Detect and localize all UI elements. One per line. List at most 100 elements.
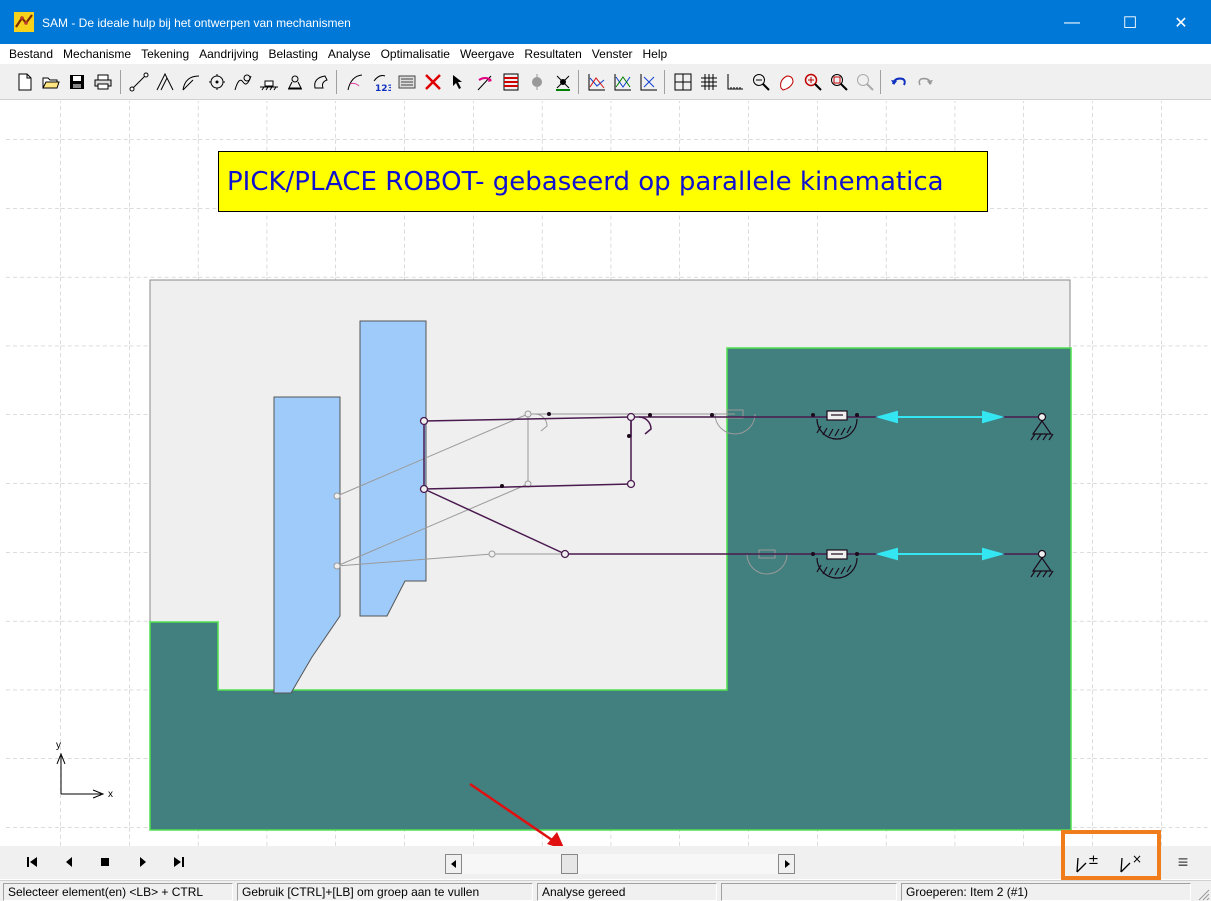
toolbar-separator — [880, 70, 881, 94]
first-frame-button[interactable] — [20, 850, 44, 874]
minimize-button[interactable]: — — [1049, 8, 1095, 38]
grid-snap-icon[interactable] — [698, 71, 720, 93]
minimize-icon: — — [1064, 14, 1080, 31]
remove-marker-button[interactable]: × — [1117, 850, 1147, 876]
menu-bestand[interactable]: Bestand — [4, 47, 58, 61]
graph-multi-icon[interactable] — [612, 71, 634, 93]
spring-load-icon[interactable] — [526, 71, 548, 93]
menu-resultaten[interactable]: Resultaten — [519, 47, 586, 61]
last-frame-button[interactable] — [167, 850, 191, 874]
print-icon[interactable] — [92, 71, 114, 93]
window-title: SAM - De ideale hulp bij het ontwerpen v… — [42, 16, 351, 30]
redo-icon[interactable] — [914, 71, 936, 93]
svg-text:±: ± — [1088, 853, 1099, 868]
play-icon — [140, 857, 146, 867]
svg-text:123: 123 — [375, 84, 391, 92]
animation-controls — [0, 846, 1211, 879]
properties-icon[interactable] — [396, 71, 418, 93]
select-arrow-icon[interactable] — [448, 71, 470, 93]
add-marker-button[interactable]: ± — [1073, 850, 1103, 876]
toolbar-separator — [664, 70, 665, 94]
menu-analyse[interactable]: Analyse — [323, 47, 376, 61]
title-banner[interactable]: PICK/PLACE ROBOT- gebaseerd op parallele… — [218, 151, 988, 212]
maximize-button[interactable]: ☐ — [1107, 8, 1153, 38]
maximize-icon: ☐ — [1122, 15, 1138, 32]
delete-icon[interactable] — [422, 71, 444, 93]
undo-icon[interactable] — [888, 71, 910, 93]
open-folder-icon[interactable] — [40, 71, 62, 93]
marker-plus-icon: ± — [1076, 853, 1099, 873]
gear-icon[interactable] — [206, 71, 228, 93]
pulley-icon[interactable] — [284, 71, 306, 93]
animation-scrollbar[interactable] — [445, 854, 795, 874]
previous-frame-button[interactable] — [57, 850, 81, 874]
zoom-in-icon[interactable] — [802, 71, 824, 93]
scroll-left-button[interactable] — [445, 854, 462, 874]
app-logo-icon — [14, 12, 34, 32]
menu-tekening[interactable]: Tekening — [136, 47, 194, 61]
svg-text:×: × — [1132, 852, 1142, 866]
path-icon[interactable] — [344, 71, 366, 93]
status-bar: Selecteer element(en) <LB> + CTRL Gebrui… — [0, 880, 1211, 901]
beam-element-icon[interactable] — [128, 71, 150, 93]
zoom-window-icon[interactable] — [828, 71, 850, 93]
toolbar: 123 — [0, 64, 1211, 100]
toolbar-separator — [336, 70, 337, 94]
drawing-canvas[interactable]: y x PICK/PLACE ROBOT- gebaseerd op paral… — [5, 101, 1210, 846]
close-icon: ✕ — [1174, 15, 1188, 32]
mass-icon[interactable] — [552, 71, 574, 93]
scroll-right-button[interactable] — [778, 854, 795, 874]
menu-bar: Bestand Mechanisme Tekening Aandrijving … — [0, 44, 1211, 64]
status-cell-analysis: Analyse gereed — [537, 883, 717, 901]
skip-start-icon — [27, 857, 37, 867]
menu-mechanisme[interactable]: Mechanisme — [58, 47, 136, 61]
axis-y-label: y — [56, 740, 61, 751]
menu-optimalisatie[interactable]: Optimalisatie — [376, 47, 455, 61]
status-cell-group-hint: Gebruik [CTRL]+[LB] om groep aan te vull… — [237, 883, 533, 901]
joint-icon[interactable] — [310, 71, 332, 93]
axis-x-label: x — [108, 789, 113, 800]
scroll-thumb[interactable] — [560, 854, 578, 874]
gripper-body-right[interactable] — [359, 320, 427, 617]
new-file-icon[interactable] — [14, 71, 36, 93]
arrow-right-icon — [784, 860, 790, 868]
graph-icon[interactable] — [586, 71, 608, 93]
hamburger-icon: ≡ — [1177, 851, 1189, 872]
stop-button[interactable] — [93, 850, 117, 874]
zoom-out-icon[interactable] — [750, 71, 772, 93]
zoom-pan-icon[interactable] — [776, 71, 798, 93]
spring-icon[interactable] — [232, 71, 254, 93]
menu-venster[interactable]: Venster — [587, 47, 638, 61]
toolbar-separator — [120, 70, 121, 94]
graph-clear-icon[interactable] — [638, 71, 660, 93]
status-cell-grouping: Groeperen: Item 2 (#1) — [901, 883, 1191, 901]
slider-icon[interactable] — [258, 71, 280, 93]
grid-icon[interactable] — [672, 71, 694, 93]
menu-help[interactable]: Help — [638, 47, 673, 61]
arc-element-icon[interactable] — [180, 71, 202, 93]
load-icon[interactable] — [500, 71, 522, 93]
zoom-all-icon[interactable] — [854, 71, 876, 93]
play-button[interactable] — [131, 850, 155, 874]
truss-element-icon[interactable] — [154, 71, 176, 93]
skip-end-icon — [174, 857, 184, 867]
toolbar-separator — [578, 70, 579, 94]
save-icon[interactable] — [66, 71, 88, 93]
menu-weergave[interactable]: Weergave — [455, 47, 519, 61]
numbering-icon[interactable]: 123 — [370, 71, 392, 93]
close-button[interactable]: ✕ — [1158, 8, 1204, 38]
menu-aandrijving[interactable]: Aandrijving — [194, 47, 263, 61]
status-cell-hint: Selecteer element(en) <LB> + CTRL — [3, 883, 233, 901]
stop-icon — [101, 858, 109, 866]
mechanism-drawing: y x — [5, 101, 1210, 846]
step-back-icon — [66, 857, 72, 867]
input-motion-icon[interactable] — [474, 71, 496, 93]
marker-remove-icon: × — [1120, 852, 1142, 873]
axis-icon[interactable] — [724, 71, 746, 93]
arrow-left-icon — [450, 860, 456, 868]
title-bar: SAM - De ideale hulp bij het ontwerpen v… — [0, 0, 1211, 44]
resize-grip-icon[interactable] — [1196, 887, 1210, 901]
more-menu-button[interactable]: ≡ — [1170, 850, 1196, 874]
status-cell-empty — [721, 883, 897, 901]
menu-belasting[interactable]: Belasting — [264, 47, 323, 61]
